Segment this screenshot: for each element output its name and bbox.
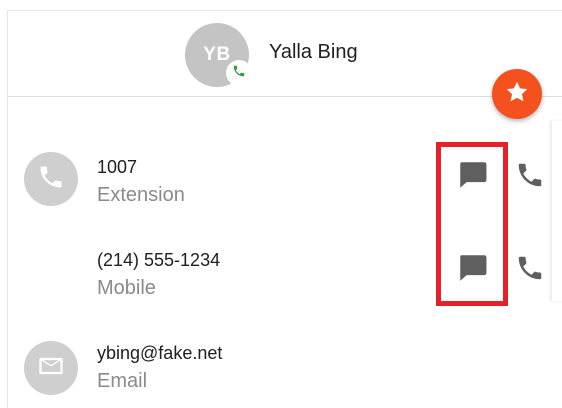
mobile-label: Mobile [97,277,156,299]
avatar-initials: YB [203,44,231,65]
star-icon [504,79,530,110]
avatar-phone-badge [226,60,252,86]
actions-panel-edge [551,121,562,301]
contact-header: YB Yalla Bing [8,11,562,97]
favorite-button[interactable] [492,69,542,119]
call-button[interactable] [512,159,548,195]
call-button[interactable] [512,252,548,288]
extension-label: Extension [97,184,185,206]
phone-icon [515,253,545,288]
phone-icon [515,160,545,195]
phone-icon [232,64,246,83]
email-label: Email [97,370,148,392]
mobile-number: (214) 555-1234 [97,250,221,270]
contact-name: Yalla Bing [269,41,358,63]
email-address[interactable]: ybing@fake.net [97,343,222,364]
phone-avatar-icon [24,152,78,206]
message-buttons-highlight [436,142,508,306]
extension-number: 1007 [97,157,138,177]
phone-icon [37,163,65,196]
email-avatar-icon [24,341,78,395]
mail-icon [37,352,65,385]
